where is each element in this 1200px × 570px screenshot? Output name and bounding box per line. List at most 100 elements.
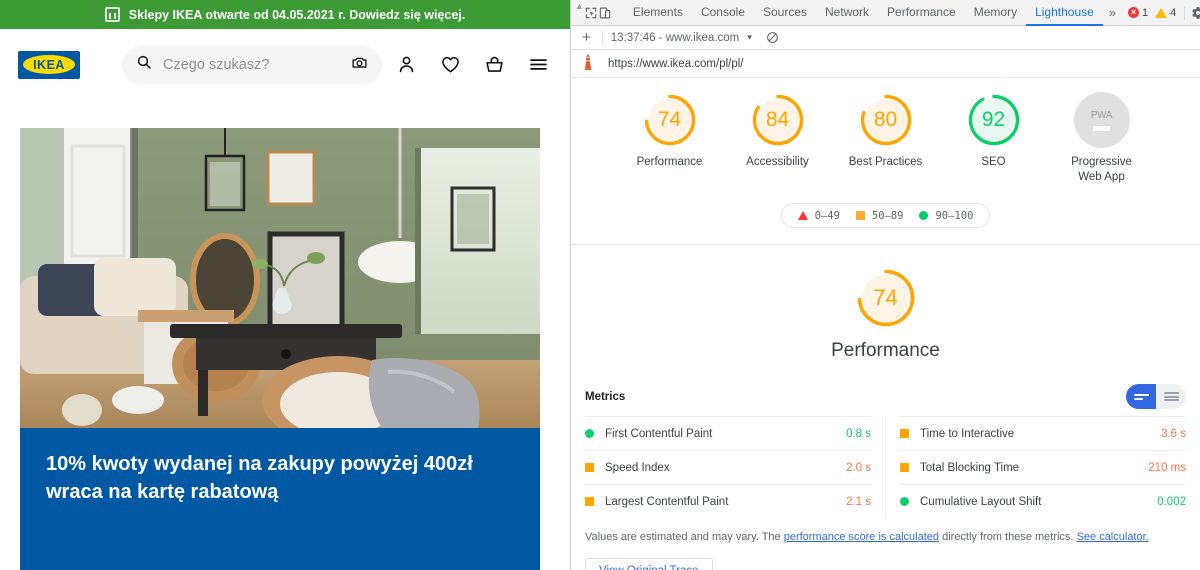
ikea-promo-banner[interactable]: Sklepy IKEA otwarte od 04.05.2021 r. Dow… bbox=[0, 0, 570, 29]
metric-row[interactable]: Time to Interactive 3.6 s bbox=[900, 416, 1186, 450]
score-gauges: 74 Performance 84 Accessibility 80 Best … bbox=[571, 92, 1200, 185]
metric-label: Largest Contentful Paint bbox=[605, 495, 729, 508]
tabbar-scroll-up-icon[interactable]: ▲ bbox=[575, 0, 584, 25]
metric-row[interactable]: Speed Index 2.0 s bbox=[585, 450, 871, 484]
score-legend-wrap: 0–49 50–89 90–100 bbox=[571, 203, 1200, 229]
report-timestamp[interactable]: 13:37:46 - www.ikea.com bbox=[611, 32, 739, 44]
audited-url[interactable]: https://www.ikea.com/pl/pl/ bbox=[608, 58, 744, 70]
metric-row[interactable]: Total Blocking Time 210 ms bbox=[900, 450, 1186, 484]
ikea-header: IKEA Czego szukasz? bbox=[0, 29, 570, 100]
ikea-hero-caption[interactable]: 10% kwoty wydanej na zakupy powyżej 400z… bbox=[20, 428, 540, 570]
metrics-header: Metrics bbox=[585, 384, 1186, 416]
gauge-best-practices-label: Best Practices bbox=[848, 156, 923, 168]
gauge-best-practices[interactable]: 80 Best Practices bbox=[847, 92, 925, 185]
warning-count-icon bbox=[1155, 7, 1168, 18]
camera-icon[interactable] bbox=[351, 54, 368, 76]
gauge-seo[interactable]: 92 SEO bbox=[955, 92, 1033, 185]
lighthouse-url-bar: https://www.ikea.com/pl/pl/ bbox=[571, 50, 1200, 78]
circle-pass-icon bbox=[919, 211, 929, 221]
metrics-section: Metrics First Contentful Paint 0.8 s Spe… bbox=[571, 384, 1200, 570]
metric-value: 0.002 bbox=[1157, 495, 1186, 508]
ikea-logo[interactable]: IKEA bbox=[18, 50, 80, 79]
performance-section-title: Performance bbox=[831, 340, 940, 362]
metric-value: 2.1 s bbox=[846, 495, 871, 508]
tab-memory[interactable]: Memory bbox=[965, 0, 1026, 26]
pwa-dash-icon bbox=[1093, 125, 1110, 131]
devtools-tabbar: ▲ Elements Console Sources Network Perfo… bbox=[571, 0, 1200, 26]
metrics-view-toggle bbox=[1126, 384, 1186, 410]
error-count: 1 bbox=[1142, 6, 1149, 19]
metric-average-square-icon bbox=[585, 497, 594, 507]
warning-count: 4 bbox=[1170, 6, 1177, 19]
metric-row[interactable]: Largest Contentful Paint 2.1 s bbox=[585, 484, 871, 518]
metric-row[interactable]: First Contentful Paint 0.8 s bbox=[585, 416, 871, 450]
ikea-hero-image[interactable] bbox=[20, 128, 540, 428]
gauge-accessibility[interactable]: 84 Accessibility bbox=[739, 92, 817, 185]
pwa-label-icon: PWA bbox=[1090, 109, 1113, 121]
shopping-bag-icon[interactable] bbox=[484, 54, 505, 75]
account-icon[interactable] bbox=[396, 54, 417, 75]
device-toolbar-icon[interactable] bbox=[598, 0, 612, 25]
gauge-seo-ring: 92 bbox=[966, 92, 1022, 148]
tab-sources[interactable]: Sources bbox=[754, 0, 816, 26]
gauge-performance-score: 74 bbox=[657, 108, 682, 131]
favorites-heart-icon[interactable] bbox=[440, 54, 461, 75]
gauge-accessibility-ring: 84 bbox=[750, 92, 806, 148]
see-calculator-link[interactable]: See calculator. bbox=[1077, 531, 1149, 543]
gauge-seo-label: SEO bbox=[981, 156, 1006, 168]
inspect-element-icon[interactable] bbox=[584, 0, 598, 25]
chevron-down-icon[interactable]: ▾ bbox=[747, 32, 752, 43]
legend-item-average: 50–89 bbox=[855, 209, 904, 222]
gauge-best-practices-score: 80 bbox=[873, 108, 898, 131]
performance-big-score: 74 bbox=[873, 285, 898, 311]
ikea-website-panel: Sklepy IKEA otwarte od 04.05.2021 r. Dow… bbox=[0, 0, 570, 570]
new-report-button[interactable]: + bbox=[579, 29, 594, 46]
performance-section-header: 74 Performance bbox=[571, 267, 1200, 362]
score-legend: 0–49 50–89 90–100 bbox=[780, 203, 991, 229]
search-input-placeholder[interactable]: Czego szukasz? bbox=[163, 57, 340, 73]
metric-average-square-icon bbox=[900, 463, 909, 473]
gauge-best-practices-ring: 80 bbox=[858, 92, 914, 148]
ikea-nav-icons bbox=[396, 54, 561, 75]
devtools-panel: ▲ Elements Console Sources Network Perfo… bbox=[570, 0, 1200, 570]
gauge-progressive-web-app[interactable]: PWA Progressive Web App bbox=[1063, 92, 1141, 185]
compact-view-icon[interactable] bbox=[1126, 384, 1156, 410]
footnote-part1: Values are estimated and may vary. The bbox=[585, 531, 784, 544]
metric-label: Time to Interactive bbox=[920, 427, 1015, 440]
metrics-grid: First Contentful Paint 0.8 s Speed Index… bbox=[585, 416, 1186, 519]
performance-score-link[interactable]: performance score is calculated bbox=[784, 531, 939, 543]
tab-network[interactable]: Network bbox=[816, 0, 878, 26]
subbar-divider bbox=[601, 30, 603, 45]
gauge-pwa-label: Progressive Web App bbox=[1071, 156, 1132, 184]
ikea-search-bar[interactable]: Czego szukasz? bbox=[122, 45, 382, 84]
metric-value: 2.0 s bbox=[846, 461, 871, 474]
metric-average-square-icon bbox=[900, 429, 909, 439]
hamburger-menu-icon[interactable] bbox=[528, 54, 549, 75]
status-badge[interactable]: × 1 4 bbox=[1122, 7, 1182, 19]
metric-value: 210 ms bbox=[1148, 461, 1186, 474]
store-icon bbox=[104, 7, 120, 22]
no-entry-clear-icon[interactable] bbox=[766, 31, 779, 44]
metric-value: 3.6 s bbox=[1161, 427, 1186, 440]
gear-icon[interactable] bbox=[1187, 2, 1200, 24]
ikea-logo-text: IKEA bbox=[23, 55, 75, 74]
tab-lighthouse[interactable]: Lighthouse bbox=[1026, 0, 1103, 26]
metric-pass-circle-icon bbox=[900, 497, 909, 507]
legend-range-average: 50–89 bbox=[871, 209, 904, 222]
legend-range-fail: 0–49 bbox=[814, 209, 840, 222]
expanded-view-icon[interactable] bbox=[1156, 384, 1186, 410]
metrics-column-right: Time to Interactive 3.6 s Total Blocking… bbox=[886, 416, 1186, 518]
gauge-performance[interactable]: 74 Performance bbox=[631, 92, 709, 185]
devtools-toolbar-right: × 1 4 bbox=[1122, 0, 1200, 25]
search-icon bbox=[136, 54, 152, 75]
view-original-trace-button[interactable]: View Original Trace bbox=[585, 557, 713, 570]
metric-label: Speed Index bbox=[605, 461, 670, 474]
legend-item-fail: 0–49 bbox=[797, 209, 840, 222]
tab-elements[interactable]: Elements bbox=[624, 0, 692, 26]
performance-big-gauge: 74 bbox=[855, 267, 917, 329]
ikea-promo-banner-text: Sklepy IKEA otwarte od 04.05.2021 r. Dow… bbox=[128, 7, 466, 22]
more-tabs-icon[interactable]: » bbox=[1103, 0, 1122, 25]
tab-console[interactable]: Console bbox=[692, 0, 754, 26]
metric-row[interactable]: Cumulative Layout Shift 0.002 bbox=[900, 484, 1186, 518]
tab-performance[interactable]: Performance bbox=[878, 0, 965, 26]
